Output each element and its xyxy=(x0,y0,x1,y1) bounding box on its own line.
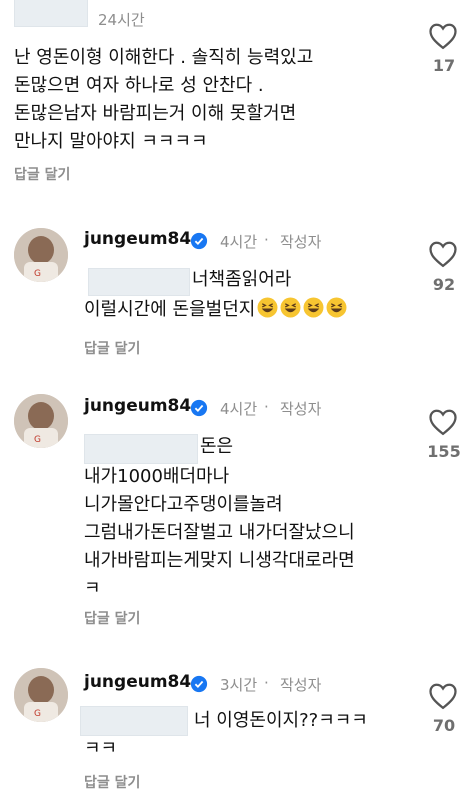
svg-text:G: G xyxy=(34,269,41,279)
grinning-squinting-face-emoji xyxy=(303,297,324,318)
separator-dot: · xyxy=(264,674,269,692)
comment-line: 너책좀읽어라 xyxy=(192,269,292,290)
grinning-squinting-face-emoji xyxy=(280,297,301,318)
like-count: 70 xyxy=(432,716,456,735)
blurred-username xyxy=(14,0,88,27)
author-tag: 작성자 xyxy=(280,400,322,418)
like-button[interactable] xyxy=(428,240,458,272)
like-button[interactable] xyxy=(428,408,458,440)
svg-text:G: G xyxy=(34,435,41,445)
heart-icon xyxy=(429,409,457,436)
separator-dot: · xyxy=(264,398,269,416)
grinning-squinting-face-emoji xyxy=(257,297,278,318)
like-button[interactable] xyxy=(428,22,458,54)
author-tag: 작성자 xyxy=(280,233,322,251)
heart-icon xyxy=(429,23,457,50)
username[interactable]: jungeum84 xyxy=(84,672,191,692)
username[interactable]: jungeum84 xyxy=(84,229,191,249)
comment-line: 너 이영돈이지??ㅋㅋㅋ xyxy=(194,710,368,731)
comment-text: 이럴시간에 돈을벌던지 xyxy=(84,299,256,320)
comment-line: 돈은 xyxy=(200,436,234,457)
like-count: 155 xyxy=(427,442,461,461)
reply-button[interactable]: 답글 달기 xyxy=(84,338,140,358)
like-button[interactable] xyxy=(428,682,458,714)
reply-button[interactable]: 답글 달기 xyxy=(84,772,140,792)
verified-badge-icon xyxy=(190,232,208,250)
avatar[interactable]: G xyxy=(14,394,68,448)
comment-line: ㅋㅋ xyxy=(84,738,118,759)
like-count: 17 xyxy=(432,56,456,75)
blurred-mention xyxy=(80,706,188,736)
comment-text: 내가1000배더마나 니가몰안다고주댕이를놀려 그럼내가돈더잘벌고 내가더잘났으… xyxy=(84,466,355,599)
comment-time: 24시간 xyxy=(98,11,145,29)
heart-icon xyxy=(429,241,457,268)
verified-badge-icon xyxy=(190,399,208,417)
blurred-mention xyxy=(88,268,190,296)
reply-button[interactable]: 답글 달기 xyxy=(84,608,140,628)
comment-text: 난 영돈이형 이해한다 . 솔직히 능력있고 돈많으면 여자 하나로 성 안찬다… xyxy=(14,47,314,152)
comment-time: 3시간 xyxy=(220,676,258,694)
svg-text:G: G xyxy=(34,709,41,719)
grinning-squinting-face-emoji xyxy=(326,297,347,318)
reply-button[interactable]: 답글 달기 xyxy=(14,164,70,184)
author-tag: 작성자 xyxy=(280,676,322,694)
separator-dot: · xyxy=(264,231,269,249)
avatar[interactable]: G xyxy=(14,668,68,722)
like-count: 92 xyxy=(432,275,456,294)
comment-line: 이럴시간에 돈을벌던지 xyxy=(84,296,347,324)
username[interactable]: jungeum84 xyxy=(84,396,191,416)
avatar[interactable]: G xyxy=(14,228,68,282)
verified-badge-icon xyxy=(190,675,208,693)
blurred-mention xyxy=(84,434,198,464)
comment-time: 4시간 xyxy=(220,400,258,418)
heart-icon xyxy=(429,683,457,710)
comment-time: 4시간 xyxy=(220,233,258,251)
